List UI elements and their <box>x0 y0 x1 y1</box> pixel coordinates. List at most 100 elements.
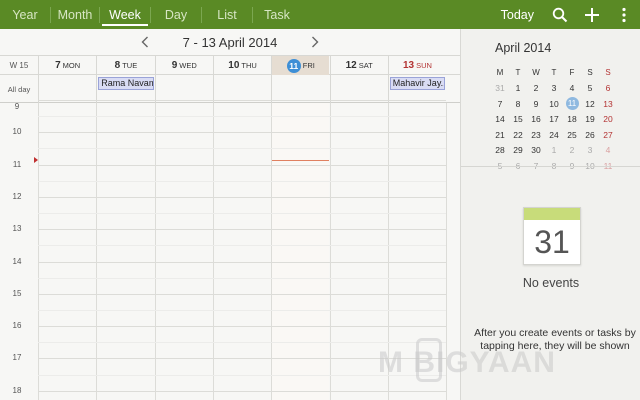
day-header-mon[interactable]: 7 MON <box>38 56 96 75</box>
day-name: WED <box>179 61 197 70</box>
half-hour-line <box>38 277 446 279</box>
top-toolbar: Year Month Week Day List Task Today <box>0 0 640 29</box>
weekday-label: W <box>532 68 540 78</box>
mini-calendar-day[interactable]: 4 <box>563 83 581 93</box>
day-name: SUN <box>416 61 432 70</box>
hour-label: 16 <box>12 321 22 331</box>
half-hour-line <box>38 148 446 150</box>
mini-calendar-day[interactable]: 28 <box>491 145 509 155</box>
mini-calendar-day[interactable]: 19 <box>581 114 599 124</box>
mini-calendar-day[interactable]: 3 <box>581 145 599 155</box>
half-hour-line <box>38 116 446 118</box>
calendar-icon-day: 31 <box>534 224 570 260</box>
hour-line <box>38 132 446 134</box>
mini-calendar-title: April 2014 <box>495 41 552 55</box>
mini-calendar-day[interactable]: 30 <box>527 145 545 155</box>
view-tabs: Year Month Week Day List Task <box>0 0 301 29</box>
weekday-label: S <box>587 68 593 78</box>
all-day-cell[interactable]: Mahavir Jay... <box>387 75 446 103</box>
all-day-cell[interactable] <box>154 75 213 103</box>
hour-line <box>38 390 446 392</box>
hour-line <box>38 293 446 295</box>
tab-list[interactable]: List <box>202 0 252 29</box>
tab-month[interactable]: Month <box>51 0 99 29</box>
mini-calendar-day[interactable]: 20 <box>599 114 617 124</box>
mini-calendar-day[interactable]: 23 <box>527 130 545 140</box>
mini-calendar-today[interactable]: 11 <box>563 97 581 111</box>
mini-calendar-day[interactable]: 24 <box>545 130 563 140</box>
mini-calendar-day[interactable]: 26 <box>581 130 599 140</box>
day-header-thu[interactable]: 10 THU <box>212 56 271 75</box>
day-number: 11 <box>286 58 301 73</box>
mini-calendar-day[interactable]: 13 <box>599 99 617 109</box>
day-number: 8 <box>114 60 121 71</box>
mini-calendar-day[interactable]: 17 <box>545 114 563 124</box>
mini-calendar-week: 21 22 23 24 25 26 27 <box>491 127 617 143</box>
hour-label: 13 <box>12 224 22 234</box>
mini-calendar-day[interactable]: 8 <box>509 99 527 109</box>
mini-calendar-day[interactable]: 5 <box>581 83 599 93</box>
day-header-sun[interactable]: 13 SUN <box>387 56 446 75</box>
mini-calendar-day[interactable]: 3 <box>545 83 563 93</box>
mini-calendar-day[interactable]: 1 <box>545 145 563 155</box>
mini-calendar-day[interactable]: 10 <box>545 99 563 109</box>
mini-calendar-day[interactable]: 2 <box>563 145 581 155</box>
day-header-row: W 15 7 MON 8 TUE 9 WED 10 THU 11 FRI 12 SAT 13 SUN <box>0 55 460 75</box>
hour-label: 15 <box>12 288 22 298</box>
day-number: 7 <box>55 60 61 71</box>
tab-week[interactable]: Week <box>100 0 150 29</box>
mini-calendar-day[interactable]: 22 <box>509 130 527 140</box>
tab-task[interactable]: Task <box>253 0 301 29</box>
mini-calendar-day[interactable]: 31 <box>491 83 509 93</box>
mini-calendar-day[interactable]: 1 <box>509 83 527 93</box>
more-icon[interactable] <box>608 0 640 29</box>
tab-year[interactable]: Year <box>0 0 50 29</box>
all-day-cell[interactable] <box>212 75 271 103</box>
today-button[interactable]: Today <box>491 0 544 29</box>
hour-line <box>38 229 446 231</box>
mini-calendar-day[interactable]: 16 <box>527 114 545 124</box>
week-view: 7 - 13 April 2014 W 15 7 MON 8 TUE 9 WED 10 THU… <box>0 29 460 400</box>
all-day-cell[interactable] <box>38 75 96 103</box>
half-hour-line <box>38 213 446 215</box>
mini-calendar-day[interactable]: 2 <box>527 83 545 93</box>
all-day-cell[interactable] <box>329 75 388 103</box>
mini-calendar-day[interactable]: 7 <box>491 99 509 109</box>
mini-calendar-week: 31 1 2 3 4 5 6 <box>491 81 617 97</box>
hour-label: 9 <box>14 102 20 111</box>
mini-calendar-day[interactable]: 14 <box>491 114 509 124</box>
tab-day[interactable]: Day <box>151 0 201 29</box>
all-day-cell[interactable] <box>271 75 329 103</box>
mini-calendar-day[interactable]: 9 <box>527 99 545 109</box>
all-day-event[interactable]: Mahavir Jay... <box>389 77 446 90</box>
weekday-label: S <box>605 68 611 78</box>
half-hour-line <box>38 245 446 247</box>
hour-label: 18 <box>12 385 22 395</box>
mini-calendar-day[interactable]: 12 <box>581 99 599 109</box>
mini-calendar-day[interactable]: 27 <box>599 130 617 140</box>
day-header-sat[interactable]: 12 SAT <box>329 56 388 75</box>
hour-label: 10 <box>12 127 22 137</box>
previous-week-button[interactable] <box>125 29 165 55</box>
search-icon[interactable] <box>544 0 576 29</box>
day-name: THU <box>241 61 257 70</box>
day-name: FRI <box>302 61 315 70</box>
calendar-icon: 31 <box>523 207 581 265</box>
mini-calendar-day[interactable]: 21 <box>491 130 509 140</box>
hour-line <box>38 261 446 263</box>
day-header-wed[interactable]: 9 WED <box>154 56 213 75</box>
mini-calendar-day[interactable]: 4 <box>599 145 617 155</box>
all-day-cell[interactable]: Rama Navami <box>96 75 154 103</box>
mini-calendar-day[interactable]: 18 <box>563 114 581 124</box>
weekday-label: T <box>515 68 521 78</box>
week-range-nav: 7 - 13 April 2014 <box>0 29 460 55</box>
next-week-button[interactable] <box>295 29 335 55</box>
mini-calendar-day[interactable]: 29 <box>509 145 527 155</box>
day-header-fri[interactable]: 11 FRI <box>271 56 330 75</box>
mini-calendar-day[interactable]: 6 <box>599 83 617 93</box>
mini-calendar-day[interactable]: 15 <box>509 114 527 124</box>
all-day-event[interactable]: Rama Navami <box>98 77 154 90</box>
add-icon[interactable] <box>576 0 608 29</box>
mini-calendar-day[interactable]: 25 <box>563 130 581 140</box>
day-header-tue[interactable]: 8 TUE <box>96 56 154 75</box>
